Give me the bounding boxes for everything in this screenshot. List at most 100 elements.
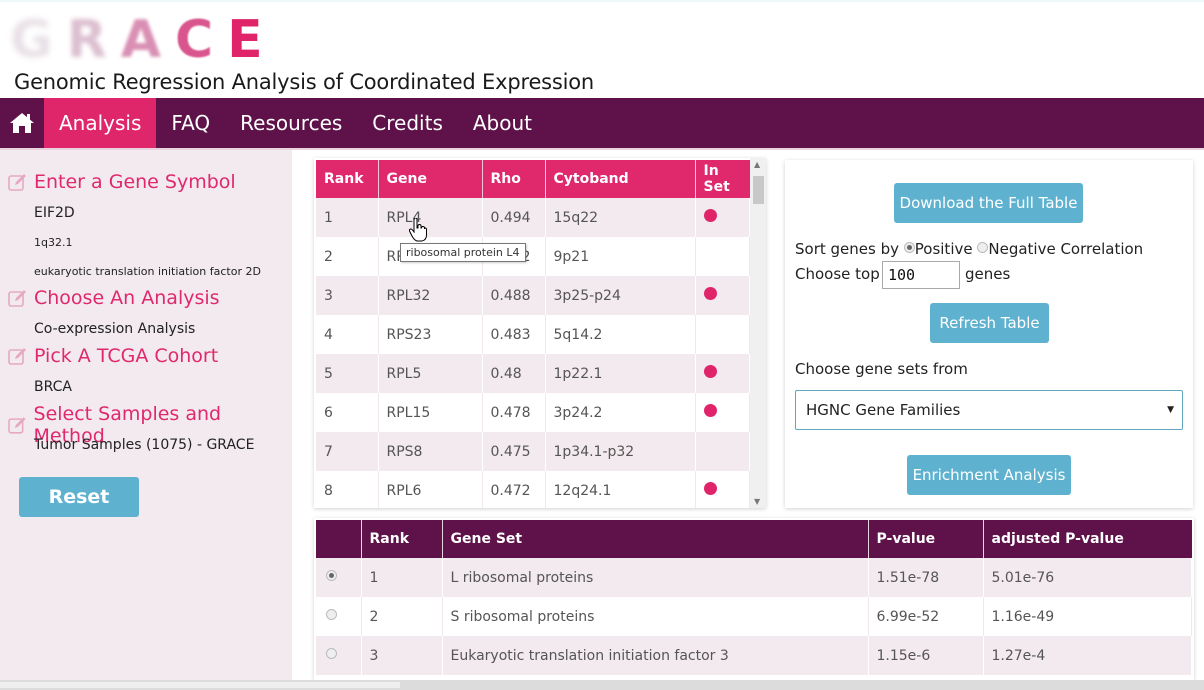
sidebar: Enter a Gene Symbol EIF2D 1q32.1 eukaryo… <box>0 150 292 690</box>
gene-set-radio[interactable] <box>326 648 337 659</box>
top-suffix: genes <box>965 265 1011 283</box>
enrichment-analysis-button[interactable]: Enrichment Analysis <box>907 455 1071 495</box>
col-cytoband[interactable]: Cytoband <box>545 160 696 198</box>
nav-item-analysis[interactable]: Analysis <box>44 98 157 148</box>
scrollbar-thumb[interactable] <box>0 682 400 688</box>
enrichment-table-row[interactable]: 1L ribosomal proteins 1.51e-78 5.01e-76 <box>316 558 1192 597</box>
col-rho[interactable]: Rho <box>482 160 546 198</box>
in-set-dot-icon <box>703 482 717 495</box>
adjusted-p-value-cell: 1.16e-49 <box>983 597 1192 636</box>
rho-cell: 0.483 <box>482 315 546 354</box>
download-full-table-button[interactable]: Download the Full Table <box>894 183 1083 223</box>
col-rank[interactable]: Rank <box>316 160 379 198</box>
sort-row: Sort genes by Positive Negative Correlat… <box>795 240 1143 258</box>
in-set-dot-icon <box>703 209 717 222</box>
cytoband-cell: 12q24.1 <box>545 471 696 508</box>
gene-cell[interactable]: RPL5 <box>378 354 483 393</box>
reset-button[interactable]: Reset <box>19 477 139 517</box>
sort-label: Sort genes by <box>795 240 899 258</box>
scroll-down-icon[interactable]: ▼ <box>754 497 760 506</box>
rank-cell: 1 <box>361 558 443 597</box>
col-rank[interactable]: Rank <box>361 520 443 558</box>
sort-negative-label[interactable]: Negative Correlation <box>988 240 1143 258</box>
sort-negative-radio[interactable] <box>977 242 989 253</box>
cytoband-cell: 1p22.1 <box>545 354 696 393</box>
col-select <box>316 520 362 558</box>
enrichment-table-row[interactable]: 3 Eukaryotic translation initiation facto… <box>316 636 1192 675</box>
in-set-cell <box>695 276 750 315</box>
nav-item-resources[interactable]: Resources <box>225 98 357 148</box>
step-analysis[interactable]: Choose An Analysis <box>8 287 220 309</box>
edit-icon <box>8 174 26 191</box>
gene-table-scrollbar[interactable]: ▲ ▼ <box>750 158 766 508</box>
gene-symbol-value: EIF2D <box>34 205 75 221</box>
gene-table-row[interactable]: 6 RPL15 0.478 3p24.2 <box>316 393 750 432</box>
sort-positive-label[interactable]: Positive <box>915 240 973 258</box>
gene-cytoband-value: 1q32.1 <box>34 236 73 249</box>
gene-set-cell: L ribosomal proteins <box>442 558 869 597</box>
gene-table-row[interactable]: 2RPL7A0.4929p21 <box>316 237 750 276</box>
refresh-table-button[interactable]: Refresh Table <box>930 303 1049 343</box>
enrichment-table-row[interactable]: 2S ribosomal proteins 6.99e-52 1.16e-49 <box>316 597 1192 636</box>
gene-table-row[interactable]: 8 RPL6 0.472 12q24.1 <box>316 471 750 508</box>
nav-item-faq[interactable]: FAQ <box>156 98 225 148</box>
gene-cell[interactable]: RPL32 <box>378 276 483 315</box>
gene-cell[interactable]: RPS23 <box>378 315 483 354</box>
gene-table-row[interactable]: 4 RPS23 0.483 5q14.2 <box>316 315 750 354</box>
nav-home[interactable] <box>0 98 44 148</box>
gene-table: Rank Gene Rho Cytoband In Set 1 RPL4 0.494… <box>316 160 750 508</box>
site-subtitle: Genomic Regression Analysis of Coordinat… <box>14 70 595 94</box>
nav-item-credits[interactable]: Credits <box>357 98 458 148</box>
gene-set-radio[interactable] <box>326 570 337 581</box>
top-prefix: Choose top <box>795 265 880 283</box>
select-cell <box>316 636 362 675</box>
geneset-select[interactable]: HGNC Gene Families ▼ <box>795 390 1183 430</box>
rank-cell: 4 <box>316 315 379 354</box>
col-gene[interactable]: Gene <box>378 160 483 198</box>
gene-table-row[interactable]: 1 RPL4 0.494 15q22 <box>316 198 750 237</box>
enrichment-table-header: Rank Gene Set P-value adjusted P-value <box>316 520 1192 558</box>
in-set-cell <box>695 393 750 432</box>
col-p-value[interactable]: P-value <box>868 520 984 558</box>
in-set-dot-icon <box>703 287 717 300</box>
scrollbar-thumb[interactable] <box>753 176 764 204</box>
gene-set-cell: S ribosomal proteins <box>442 597 869 636</box>
rank-cell: 7 <box>316 432 379 471</box>
cohort-value: BRCA <box>34 379 72 395</box>
select-cell <box>316 558 362 597</box>
gene-set-radio[interactable] <box>326 609 337 620</box>
in-set-cell <box>695 315 750 354</box>
gene-table-row[interactable]: 5 RPL5 0.48 1p22.1 <box>316 354 750 393</box>
rank-cell: 3 <box>361 636 443 675</box>
logo-letter: E <box>227 10 263 70</box>
home-icon <box>10 113 34 133</box>
gene-cell[interactable]: RPS8 <box>378 432 483 471</box>
in-set-cell <box>695 198 750 237</box>
gene-tooltip: ribosomal protein L4 <box>400 243 526 262</box>
nav-item-about[interactable]: About <box>458 98 547 148</box>
gene-cell[interactable]: RPL6 <box>378 471 483 508</box>
col-in-set[interactable]: In Set <box>695 160 750 198</box>
top-genes-input[interactable] <box>882 261 960 289</box>
col-adjusted-p-value[interactable]: adjusted P-value <box>983 520 1192 558</box>
analysis-value: Co-expression Analysis <box>34 321 196 337</box>
rho-cell: 0.478 <box>482 393 546 432</box>
gene-table-row[interactable]: 3 RPL32 0.488 3p25-p24 <box>316 276 750 315</box>
grace-logo[interactable]: G R A C E <box>10 14 263 66</box>
adjusted-p-value-cell: 5.01e-76 <box>983 558 1192 597</box>
site-header: G R A C E Genomic Regression Analysis of… <box>0 0 1204 98</box>
step-cohort[interactable]: Pick A TCGA Cohort <box>8 345 218 367</box>
main-nav: Analysis FAQ Resources Credits About <box>0 98 1204 148</box>
step-gene-symbol[interactable]: Enter a Gene Symbol <box>8 171 236 193</box>
col-gene-set[interactable]: Gene Set <box>442 520 869 558</box>
gene-cell[interactable]: RPL15 <box>378 393 483 432</box>
scroll-up-icon[interactable]: ▲ <box>754 160 760 169</box>
gene-table-row[interactable]: 7 RPS8 0.475 1p34.1-p32 <box>316 432 750 471</box>
chevron-down-icon: ▼ <box>1167 405 1174 415</box>
rho-cell: 0.48 <box>482 354 546 393</box>
sort-positive-radio[interactable] <box>903 242 915 253</box>
rank-cell: 8 <box>316 471 379 508</box>
gene-cell[interactable]: RPL4 <box>378 198 483 237</box>
in-set-cell <box>695 471 750 508</box>
page-horizontal-scrollbar[interactable] <box>0 680 1204 690</box>
